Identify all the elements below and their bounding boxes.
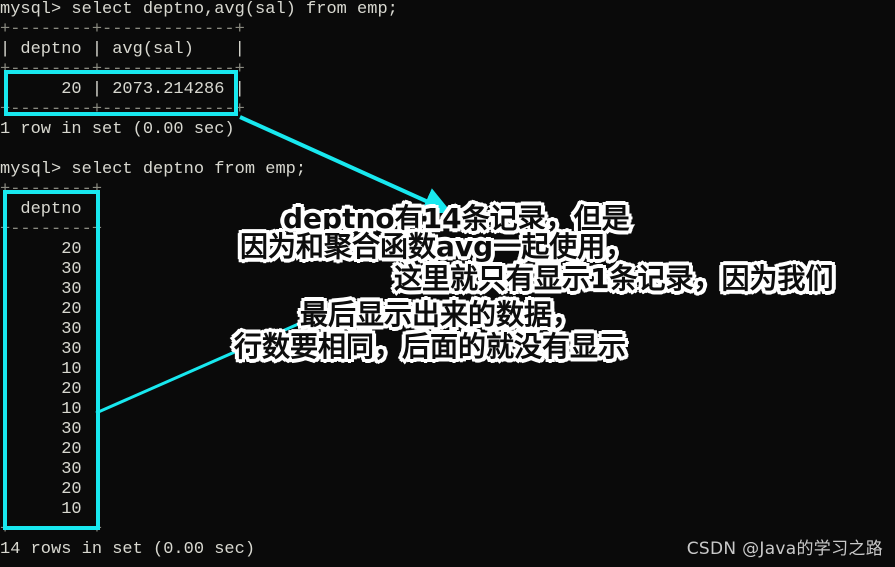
terminal-line-row: | 30 | [0, 340, 103, 359]
terminal-line-row: | 20 | 2073.214286 | [0, 80, 245, 99]
terminal-line-rule: +--------+ [0, 220, 103, 239]
terminal-line-rule: +--------+-------------+ [0, 100, 245, 119]
terminal-line-row: | 30 | [0, 260, 103, 279]
terminal-output: mysql> select deptno,avg(sal) from emp; +… [0, 0, 895, 560]
watermark: CSDN @Java的学习之路 [686, 539, 883, 559]
terminal-line-row: | 20 | [0, 380, 103, 399]
terminal-line-status: 1 row in set (0.00 sec) [0, 120, 235, 139]
terminal-line-header: | deptno | [0, 200, 103, 219]
terminal-line-row: | 10 | [0, 360, 103, 379]
terminal-line-row: | 30 | [0, 320, 103, 339]
terminal-line-row: | 10 | [0, 500, 103, 519]
terminal-line-command: mysql> select deptno from emp; [0, 160, 307, 179]
terminal-line-rule: +--------+-------------+ [0, 20, 245, 39]
terminal-line-row: | 20 | [0, 240, 103, 259]
terminal-line-row: | 10 | [0, 400, 103, 419]
terminal-line-row: | 20 | [0, 300, 103, 319]
terminal-line-header: | deptno | avg(sal) | [0, 40, 245, 59]
terminal-screenshot: mysql> select deptno,avg(sal) from emp; +… [0, 0, 895, 567]
terminal-line-command: mysql> select deptno,avg(sal) from emp; [0, 0, 398, 19]
terminal-line-rule: +--------+ [0, 180, 103, 199]
terminal-line-row: | 30 | [0, 460, 103, 479]
terminal-line-row: | 20 | [0, 480, 103, 499]
terminal-line-row: | 30 | [0, 420, 103, 439]
terminal-line-rule: +--------+-------------+ [0, 60, 245, 79]
terminal-line-row: | 20 | [0, 440, 103, 459]
terminal-line-row: | 30 | [0, 280, 103, 299]
